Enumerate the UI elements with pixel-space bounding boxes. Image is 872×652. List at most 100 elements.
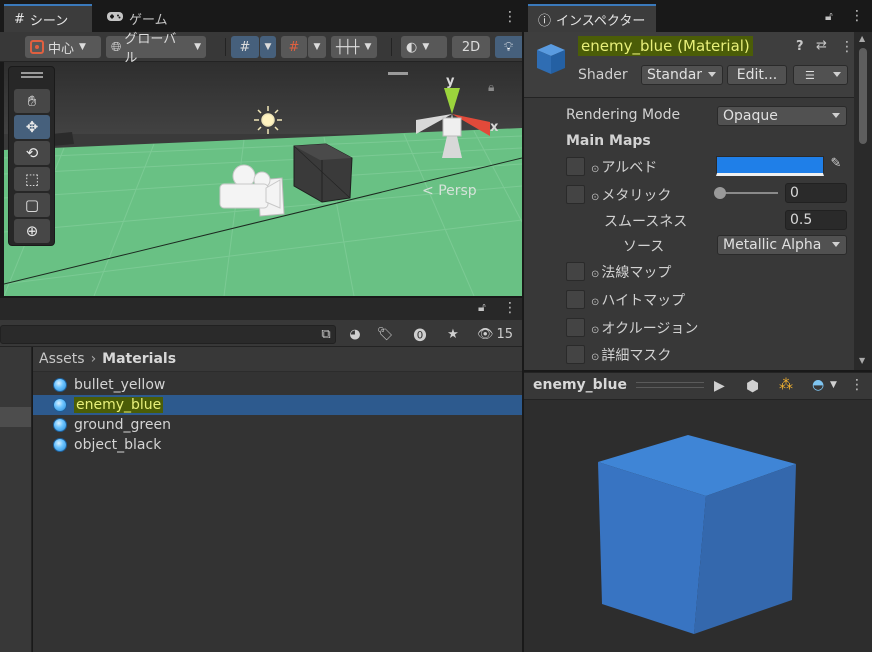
smoothness-value: 0.5 xyxy=(790,212,813,228)
albedo-texture-slot[interactable] xyxy=(566,157,585,176)
height-map-slot[interactable] xyxy=(566,290,585,309)
rendering-mode-value: Opaque xyxy=(723,108,778,124)
cube-icon[interactable]: ⬢ xyxy=(746,377,759,395)
metallic-value-field[interactable]: 0 xyxy=(785,183,847,203)
list-item[interactable]: bullet_yellow xyxy=(33,375,522,395)
inspector-header: enemy_blue (Material) ? ⇄ ⋮ Shader Stand… xyxy=(524,32,872,98)
breadcrumb: Assets › Materials xyxy=(33,347,522,372)
asset-title-text: enemy_blue (Material) xyxy=(578,36,753,56)
mode-2d-toggle[interactable]: 2D xyxy=(452,36,490,58)
lock-icon[interactable]: 🔒︎ xyxy=(488,80,494,95)
transform-tool-button[interactable]: ⊕ xyxy=(14,219,50,243)
lock-icon[interactable]: 🔓︎ xyxy=(825,9,833,24)
metallic-slider[interactable] xyxy=(720,192,778,194)
scrollbar-thumb[interactable] xyxy=(859,48,867,144)
albedo-label-text: アルベド xyxy=(601,160,658,176)
inspector-menu-icon[interactable]: ⋮ xyxy=(850,8,864,24)
chevron-down-icon[interactable]: ▼ xyxy=(830,380,837,390)
hidden-packages-toggle[interactable]: 👁︎ 15 xyxy=(470,324,520,344)
pivot-label: 中心 xyxy=(48,41,75,57)
lightbulb-icon: 💡︎ xyxy=(503,39,514,55)
albedo-color-field[interactable] xyxy=(716,156,824,176)
tab-game-label: ゲーム xyxy=(129,12,168,28)
chevron-down-icon: ▼ xyxy=(364,42,372,52)
open-search-window-icon[interactable]: ⧉ xyxy=(313,324,339,344)
rendering-mode-label: Rendering Mode xyxy=(566,107,681,123)
sphere-preview-icon[interactable]: ◓ xyxy=(812,377,824,393)
occlusion-label-text: オクルージョン xyxy=(601,321,699,337)
project-menu-icon[interactable]: ⋮ xyxy=(503,300,517,316)
tab-inspector[interactable]: ⓘ インスペクター xyxy=(528,4,656,32)
list-item[interactable]: object_black xyxy=(33,435,522,455)
detail-mask-slot[interactable] xyxy=(566,345,585,364)
grid-snap-dropdown[interactable]: ▼ xyxy=(260,36,276,58)
breadcrumb-materials[interactable]: Materials xyxy=(102,351,176,367)
source-dropdown[interactable]: Metallic Alpha xyxy=(717,235,847,255)
scene-toolbar: 中心 ▼ 🌐︎ グローバル ▼ # ▼ # ▼ ┼┼┼ ▼ ◐ ▼ 2D 💡︎ xyxy=(0,32,522,66)
scale-tool-button[interactable]: ⬚ xyxy=(14,167,50,191)
search-by-label-icon[interactable]: 🏷︎ xyxy=(372,324,398,344)
preview-bar: enemy_blue ▶ ⬢ ⁂ ◓ ▼ ⋮ xyxy=(524,372,872,400)
metallic-slider-thumb[interactable] xyxy=(714,187,726,199)
search-by-type-icon[interactable]: ◕ xyxy=(342,324,368,344)
grid-snap-icon: # xyxy=(239,39,251,55)
normal-map-slot[interactable] xyxy=(566,262,585,281)
shader-dropdown[interactable]: Standar xyxy=(641,65,723,85)
favorite-star-icon[interactable]: ★ xyxy=(440,324,466,344)
detail-mask-label: ⊙ 詳細マスク xyxy=(591,345,671,365)
tab-scene[interactable]: # シーン xyxy=(4,4,92,32)
rotate-tool-button[interactable]: ⟲ xyxy=(14,141,50,165)
project-folder-tree[interactable] xyxy=(0,347,32,652)
scene-viewport[interactable]: y x 🔒︎ < Persp xyxy=(4,62,522,296)
magnet-grid-icon: # xyxy=(288,39,300,55)
ruler-dropdown[interactable]: ┼┼┼ ▼ xyxy=(331,36,377,58)
chevron-right-icon: › xyxy=(90,351,97,367)
scene-menu-icon[interactable]: ⋮ xyxy=(503,9,517,25)
edit-shader-button[interactable]: Edit... xyxy=(727,65,787,85)
list-item[interactable]: ground_green xyxy=(33,415,522,435)
component-menu-icon[interactable]: ⋮ xyxy=(840,39,854,55)
lighting-toggle[interactable]: 💡︎ xyxy=(495,36,522,58)
rect-tool-button[interactable]: ▢ xyxy=(14,193,50,217)
increment-snap-dropdown[interactable]: ▼ xyxy=(308,36,326,58)
scroll-up-icon[interactable]: ▲ xyxy=(859,34,865,43)
hand-tool-button[interactable]: ✋︎ xyxy=(14,89,50,113)
move-tool-button[interactable]: ✥ xyxy=(14,115,50,139)
space-dropdown[interactable]: 🌐︎ グローバル ▼ xyxy=(106,32,206,66)
presets-icon[interactable]: ⇄ xyxy=(816,38,827,53)
smoothness-value-field[interactable]: 0.5 xyxy=(785,210,847,230)
rendering-mode-dropdown[interactable]: Opaque xyxy=(717,106,847,126)
occlusion-slot[interactable] xyxy=(566,318,585,337)
metallic-label-text: メタリック xyxy=(601,188,672,204)
lock-icon[interactable]: 🔓︎ xyxy=(478,300,486,315)
increment-snap-toggle[interactable]: # xyxy=(281,36,307,58)
log-types-icon[interactable]: ⓿ xyxy=(407,324,433,344)
shader-options-dropdown[interactable]: ☰ xyxy=(793,65,848,85)
lights-icon[interactable]: ⁂ xyxy=(779,377,793,393)
draw-mode-dropdown[interactable]: ◐ ▼ xyxy=(401,36,447,58)
metallic-texture-slot[interactable] xyxy=(566,185,585,204)
eyedropper-icon[interactable]: ✎ xyxy=(826,156,846,176)
height-map-label: ⊙ ハイトマップ xyxy=(591,290,685,310)
play-icon[interactable]: ▶ xyxy=(714,378,725,394)
list-item[interactable]: enemy_blue xyxy=(33,395,522,415)
help-icon[interactable]: ? xyxy=(796,39,804,54)
project-search-input[interactable] xyxy=(0,325,336,344)
grid-snap-toggle[interactable]: # xyxy=(231,36,259,58)
material-sphere-icon xyxy=(53,418,67,432)
material-preview[interactable] xyxy=(524,400,872,652)
scroll-down-icon[interactable]: ▼ xyxy=(859,356,865,365)
inspector-scrollbar[interactable]: ▲ ▼ xyxy=(854,32,872,370)
detail-mask-label-text: 詳細マスク xyxy=(601,348,672,364)
chevron-down-icon: ▼ xyxy=(313,42,321,52)
drag-handle-icon[interactable] xyxy=(21,72,43,74)
gamepad-icon xyxy=(106,11,124,26)
breadcrumb-assets[interactable]: Assets xyxy=(39,351,85,367)
preview-drag-handle[interactable] xyxy=(636,382,704,388)
projection-toggle[interactable]: < Persp xyxy=(422,183,477,199)
albedo-label: ⊙ アルベド xyxy=(591,157,657,177)
pivot-dropdown[interactable]: 中心 ▼ xyxy=(25,36,101,58)
gizmo-y-label: y xyxy=(446,74,455,89)
toolbar-divider xyxy=(391,38,392,56)
preview-menu-icon[interactable]: ⋮ xyxy=(850,377,864,393)
